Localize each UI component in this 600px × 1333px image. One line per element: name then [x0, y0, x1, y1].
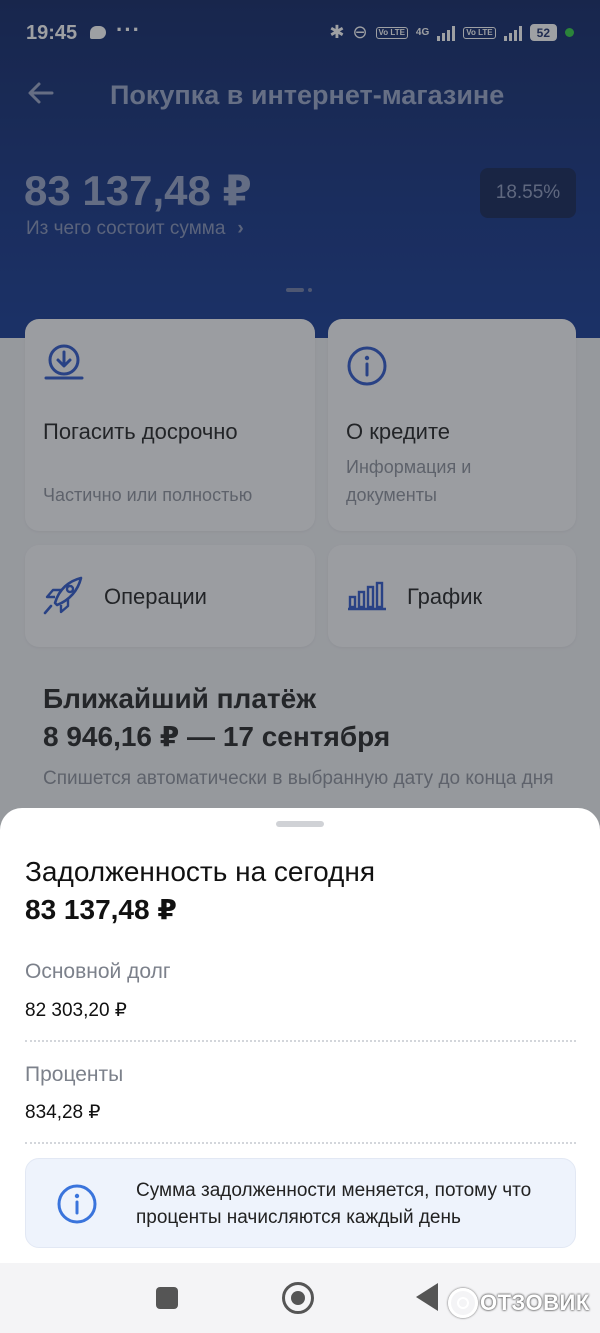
watermark-icon: [448, 1288, 478, 1318]
principal-value: 82 303,20 ₽: [25, 1000, 127, 1021]
info-notice: Сумма задолженности меняется, потому что…: [25, 1158, 576, 1248]
interest-value: 834,28 ₽: [25, 1102, 101, 1123]
home-button[interactable]: [282, 1282, 314, 1314]
info-circle-icon: [56, 1183, 98, 1225]
info-text: Сумма задолженности меняется, потому что…: [136, 1180, 532, 1228]
back-button[interactable]: [416, 1283, 438, 1311]
divider: [25, 1040, 576, 1042]
recents-button[interactable]: [156, 1287, 178, 1309]
principal-label: Основной долг: [25, 960, 171, 983]
sheet-title: Задолженность на сегодня: [25, 856, 376, 887]
interest-label: Проценты: [25, 1063, 124, 1086]
sheet-total: 83 137,48 ₽: [25, 894, 177, 925]
divider: [25, 1142, 576, 1144]
drag-handle[interactable]: [276, 821, 324, 827]
watermark-logo: ОТЗОВИК: [448, 1288, 590, 1318]
watermark-text: ОТЗОВИК: [480, 1290, 590, 1315]
debt-bottom-sheet: Задолженность на сегодня 83 137,48 ₽ Осн…: [0, 808, 600, 1263]
